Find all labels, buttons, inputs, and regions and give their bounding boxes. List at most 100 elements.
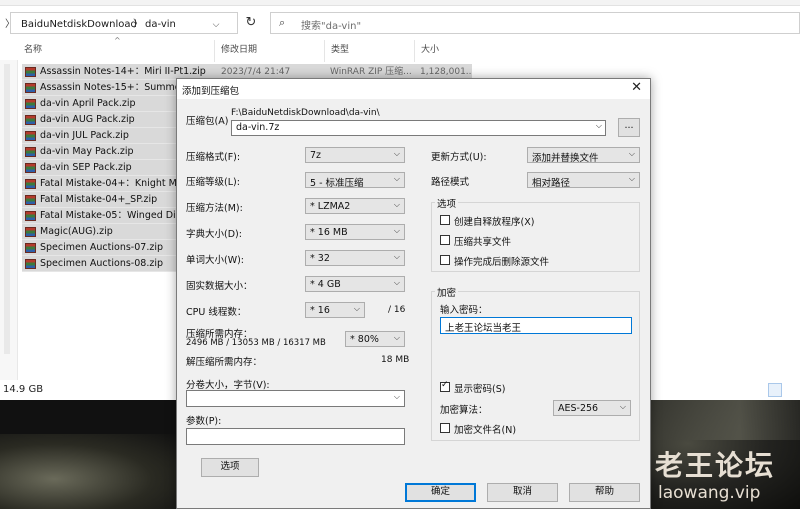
chevron-down-icon: ⌵ <box>628 174 635 183</box>
format-value: 7z <box>310 150 322 161</box>
decomp-memory-value: 18 MB <box>381 355 410 365</box>
level-select[interactable]: 5 - 标准压缩 ⌵ <box>305 172 405 189</box>
browse-button[interactable]: ... <box>618 118 640 137</box>
params-input[interactable] <box>186 428 405 445</box>
chevron-down-icon: ⌵ <box>393 226 400 235</box>
breadcrumb-separator-icon: 〉 <box>133 19 143 30</box>
password-label: 输入密码： <box>440 305 488 316</box>
solid-select[interactable]: * 4 GB ⌵ <box>305 276 405 292</box>
winrar-archive-icon <box>25 147 36 157</box>
solid-label: 固实数据大小： <box>186 281 253 292</box>
format-select[interactable]: 7z ⌵ <box>305 147 405 163</box>
watermark-text-en: laowang.vip <box>658 483 761 503</box>
dialog-title: 添加到压缩包 <box>182 86 240 97</box>
refresh-icon[interactable]: ↻ <box>240 12 262 34</box>
column-header-size[interactable]: 大小 <box>421 40 439 60</box>
level-value: 5 - 标准压缩 <box>310 178 364 189</box>
create-sfx-label: 创建自释放程序(X) <box>454 217 535 228</box>
breadcrumb-item-root[interactable]: BaiduNetdiskDownload <box>21 15 137 35</box>
update-mode-value: 添加并替换文件 <box>532 153 599 164</box>
dict-select[interactable]: * 16 MB ⌵ <box>305 224 405 240</box>
navigation-scrollbar[interactable] <box>4 64 10 354</box>
watermark-text-cn: 老王论坛 <box>655 449 776 482</box>
chevron-down-icon: ⌵ <box>393 149 400 158</box>
dialog-titlebar[interactable]: 添加到压缩包 ✕ <box>177 79 650 99</box>
column-header-type[interactable]: 类型 <box>331 40 349 60</box>
dict-value: * 16 MB <box>310 227 348 238</box>
options-group-title: 选项 <box>435 196 459 210</box>
search-icon: ⌕ <box>279 16 286 29</box>
address-dropdown-icon[interactable]: ⌵ <box>207 14 225 36</box>
encryption-method-select[interactable]: AES-256 ⌵ <box>553 400 631 416</box>
search-placeholder: 搜索"da-vin" <box>301 21 362 32</box>
chevron-down-icon: ⌵ <box>619 402 626 411</box>
options-button[interactable]: 选项 <box>201 458 259 477</box>
winrar-archive-icon <box>25 227 36 237</box>
path-mode-label: 路径模式 <box>431 177 470 188</box>
cpu-value: * 16 <box>310 305 330 316</box>
file-name: Specimen Auctions-07.zip <box>40 242 163 253</box>
method-select[interactable]: * LZMA2 ⌵ <box>305 198 405 214</box>
ribbon-strip <box>0 0 800 6</box>
password-input[interactable]: 上老王论坛当老王 <box>440 317 632 334</box>
close-icon[interactable]: ✕ <box>631 80 642 95</box>
chevron-down-icon: ⌵ <box>628 149 635 158</box>
details-view-icon[interactable] <box>768 383 782 397</box>
winrar-archive-icon <box>25 163 36 173</box>
large-icons-view-icon[interactable] <box>785 383 799 397</box>
show-password-label: 显示密码(S) <box>454 384 506 395</box>
ok-button[interactable]: 确定 <box>405 483 476 502</box>
encrypt-filenames-label: 加密文件名(N) <box>454 425 517 436</box>
background-photo-left <box>0 434 180 509</box>
cpu-select[interactable]: * 16 ⌵ <box>305 302 365 318</box>
archive-folder-path: F:\BaiduNetdiskDownload\da-vin\ <box>231 108 380 118</box>
params-label: 参数(P): <box>186 416 222 427</box>
archive-name-combobox[interactable]: da-vin.7z ⌵ <box>231 120 606 136</box>
chevron-down-icon: ⌵ <box>393 174 400 183</box>
split-size-combobox[interactable]: ⌵ <box>186 390 405 407</box>
column-header-date[interactable]: 修改日期 <box>221 40 257 60</box>
memory-percent-value: * 80% <box>350 334 379 345</box>
method-label: 压缩方法(M): <box>186 203 243 214</box>
delete-after-checkbox[interactable] <box>440 255 450 265</box>
cancel-button[interactable]: 取消 <box>487 483 558 502</box>
help-button[interactable]: 帮助 <box>569 483 640 502</box>
show-password-checkbox[interactable] <box>440 380 450 392</box>
winrar-archive-icon <box>25 115 36 125</box>
column-divider[interactable] <box>324 40 325 62</box>
encryption-method-label: 加密算法： <box>440 405 488 416</box>
create-sfx-checkbox[interactable] <box>440 215 450 225</box>
encrypt-filenames-checkbox[interactable] <box>440 423 450 433</box>
breadcrumb-item-current[interactable]: da-vin <box>145 15 176 35</box>
column-divider[interactable] <box>214 40 215 62</box>
winrar-archive-icon <box>25 83 36 93</box>
dict-label: 字典大小(D): <box>186 229 242 240</box>
chevron-down-icon: ⌵ <box>393 252 400 261</box>
memory-percent-select[interactable]: * 80% ⌵ <box>345 331 405 347</box>
file-name: da-vin JUL Pack.zip <box>40 130 129 141</box>
word-value: * 32 <box>310 253 330 264</box>
address-bar-area: 〉 BaiduNetdiskDownload 〉 da-vin ⌵ ↻ ⌕ 搜索… <box>0 11 800 37</box>
status-bar-size: 14.9 GB <box>3 384 44 395</box>
file-name: Specimen Auctions-08.zip <box>40 258 163 269</box>
column-divider[interactable] <box>414 40 415 62</box>
cpu-max: / 16 <box>388 305 406 315</box>
chevron-down-icon: ⌵ <box>595 121 602 130</box>
column-header-name[interactable]: 名称 <box>24 40 42 60</box>
file-name: Fatal Mistake-04+_SP.zip <box>40 194 158 205</box>
file-name: da-vin SEP Pack.zip <box>40 162 132 173</box>
word-select[interactable]: * 32 ⌵ <box>305 250 405 266</box>
password-value: 上老王论坛当老王 <box>445 323 522 334</box>
winrar-archive-icon <box>25 99 36 109</box>
compress-shared-checkbox[interactable] <box>440 235 450 245</box>
breadcrumb-chevron-icon: 〉 <box>5 19 15 30</box>
method-value: * LZMA2 <box>310 201 351 212</box>
path-mode-select[interactable]: 相对路径 ⌵ <box>527 172 640 189</box>
sort-ascending-icon: ^ <box>114 36 121 45</box>
address-bar[interactable]: 〉 BaiduNetdiskDownload 〉 da-vin ⌵ <box>5 12 238 36</box>
update-mode-select[interactable]: 添加并替换文件 ⌵ <box>527 147 640 164</box>
encryption-method-value: AES-256 <box>558 403 599 414</box>
winrar-archive-icon <box>25 211 36 221</box>
search-input[interactable]: ⌕ 搜索"da-vin" <box>270 12 800 34</box>
compress-shared-label: 压缩共享文件 <box>454 237 512 248</box>
